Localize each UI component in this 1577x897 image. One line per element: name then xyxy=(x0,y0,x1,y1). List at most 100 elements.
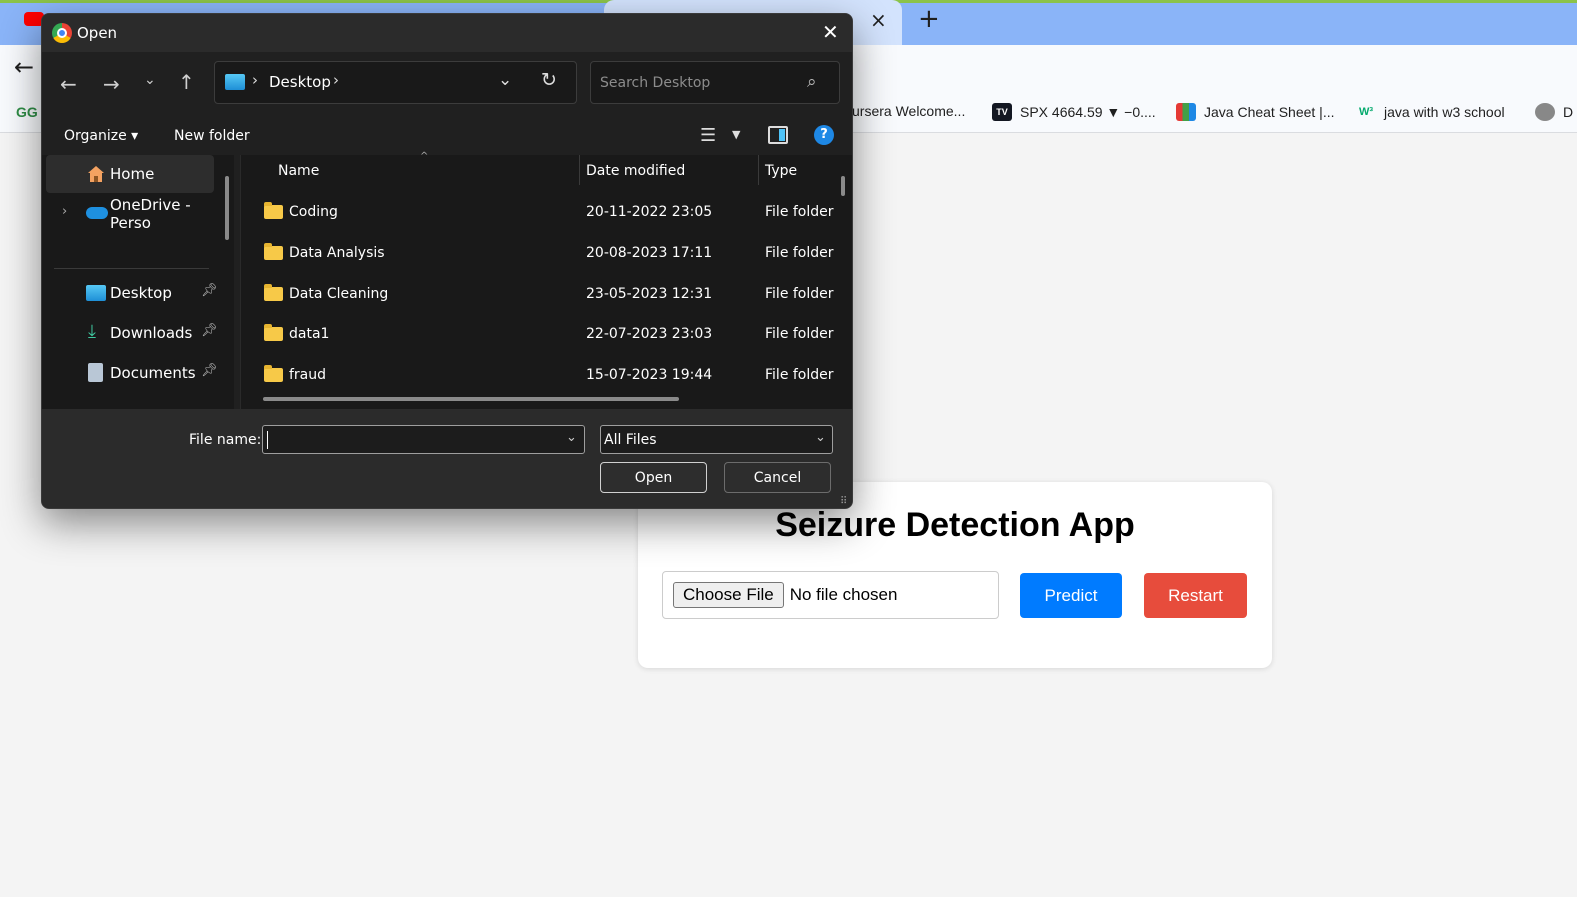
column-header-name[interactable]: Name xyxy=(278,163,319,179)
sidebar-item-onedrive[interactable]: › OneDrive - Perso xyxy=(46,195,214,233)
page-title: Seizure Detection App xyxy=(775,506,1135,544)
file-row[interactable]: Data Cleaning 23-05-2023 12:31 File fold… xyxy=(240,275,840,315)
sidebar-item-label: Documents xyxy=(110,364,196,382)
file-row[interactable]: Data Analysis 20-08-2023 17:11 File fold… xyxy=(240,234,840,274)
view-dropdown-icon[interactable]: ▼ xyxy=(732,128,740,141)
file-type: File folder xyxy=(765,367,834,383)
sidebar-item-desktop[interactable]: Desktop 📌︎ xyxy=(46,274,218,312)
bookmark-label: SPX 4664.59 ▼ −0.... xyxy=(1020,104,1156,120)
sidebar-divider xyxy=(54,268,209,269)
up-arrow-icon[interactable]: ↑ xyxy=(178,70,195,94)
desktop-icon xyxy=(86,285,106,301)
bookmark-coursera[interactable]: ursera Welcome... xyxy=(852,103,965,119)
predict-button[interactable]: Predict xyxy=(1020,573,1122,618)
file-type: File folder xyxy=(765,204,834,220)
file-name: Data Cleaning xyxy=(289,286,389,302)
chevron-down-icon[interactable]: ⌄ xyxy=(498,70,512,90)
open-button[interactable]: Open xyxy=(600,462,707,493)
refresh-icon[interactable]: ↻ xyxy=(541,69,557,91)
chrome-icon xyxy=(52,23,72,43)
view-options-icon[interactable]: ☰ xyxy=(700,125,716,146)
sidebar-item-documents[interactable]: Documents 📌︎ xyxy=(46,354,218,392)
onedrive-icon xyxy=(86,207,108,219)
column-header-type[interactable]: Type xyxy=(765,163,797,179)
folder-icon xyxy=(264,324,283,341)
chevron-down-icon[interactable]: ⌄ xyxy=(815,430,826,445)
new-tab-button[interactable]: + xyxy=(918,4,940,34)
choose-file-button[interactable]: Choose File xyxy=(673,582,784,608)
file-list-vertical-scrollbar[interactable] xyxy=(841,176,845,196)
folder-icon xyxy=(264,365,283,382)
bookmark-w3schools[interactable]: W³ java with w3 school xyxy=(1356,103,1505,121)
search-icon: ⌕ xyxy=(807,72,817,92)
new-folder-button[interactable]: New folder xyxy=(174,128,250,144)
help-icon[interactable]: ? xyxy=(814,125,834,145)
back-arrow-icon[interactable]: ← xyxy=(14,53,34,81)
bookmark-label: Java Cheat Sheet |... xyxy=(1204,104,1335,120)
file-date: 23-05-2023 12:31 xyxy=(586,286,713,302)
search-box[interactable]: Search Desktop ⌕ xyxy=(590,61,840,104)
organize-menu[interactable]: Organize ▾ xyxy=(64,128,138,144)
column-header-date[interactable]: Date modified xyxy=(586,163,685,179)
bookmark-label: D xyxy=(1563,104,1574,120)
close-tab-icon[interactable]: × xyxy=(870,8,887,32)
back-arrow-icon[interactable]: ← xyxy=(60,72,77,96)
cheatsheet-icon xyxy=(1176,103,1196,121)
bookmark-java-cheat-sheet[interactable]: Java Cheat Sheet |... xyxy=(1176,103,1335,121)
dialog-footer xyxy=(42,409,852,508)
sidebar-item-label: Desktop xyxy=(110,284,172,302)
address-bar[interactable]: › Desktop › ⌄ ↻ xyxy=(214,61,577,104)
file-row[interactable]: Coding 20-11-2022 23:05 File folder xyxy=(240,193,840,233)
resize-grip-icon[interactable]: ⠿ xyxy=(840,496,847,507)
sidebar-scrollbar[interactable] xyxy=(225,176,229,240)
search-input[interactable]: Search Desktop xyxy=(600,75,710,91)
restart-button[interactable]: Restart xyxy=(1144,573,1247,618)
file-list-horizontal-scrollbar[interactable] xyxy=(263,397,679,401)
file-name: fraud xyxy=(289,367,327,383)
file-date: 22-07-2023 23:03 xyxy=(586,326,713,342)
w3schools-icon: W³ xyxy=(1358,106,1374,118)
file-type: File folder xyxy=(765,286,834,302)
file-name: Data Analysis xyxy=(289,245,385,261)
download-icon: ⤓ xyxy=(88,321,96,342)
dialog-title: Open xyxy=(77,24,118,42)
desktop-folder-icon xyxy=(225,74,245,90)
file-type-filter[interactable]: All Files ⌄ xyxy=(600,425,833,454)
home-icon xyxy=(88,166,104,182)
chevron-down-icon[interactable]: ⌄ xyxy=(566,430,577,445)
tradingview-icon: TV xyxy=(992,103,1012,121)
text-caret xyxy=(267,431,268,449)
bookmark-spx[interactable]: TV SPX 4664.59 ▼ −0.... xyxy=(992,103,1156,121)
file-name-label: File name: xyxy=(189,432,262,448)
preview-pane-icon[interactable] xyxy=(768,126,788,144)
sidebar-item-downloads[interactable]: ⤓ Downloads 📌︎ xyxy=(46,314,218,352)
chevron-right-icon[interactable]: › xyxy=(62,204,67,219)
column-divider[interactable] xyxy=(758,155,759,185)
sort-ascending-icon: ^ xyxy=(420,151,429,162)
github-icon xyxy=(1535,103,1555,121)
bookmark-label: ursera Welcome... xyxy=(852,103,966,119)
file-name: data1 xyxy=(289,326,330,342)
folder-icon xyxy=(264,202,283,219)
file-name-input[interactable]: ⌄ xyxy=(262,425,585,454)
sidebar-item-label: OneDrive - Perso xyxy=(110,196,191,232)
sidebar-item-home[interactable]: Home xyxy=(46,155,214,193)
geeksforgeeks-icon[interactable]: GG xyxy=(16,104,38,120)
file-row[interactable]: fraud 15-07-2023 19:44 File folder xyxy=(240,356,840,396)
recent-locations-chevron-icon[interactable]: ⌄ xyxy=(144,72,156,88)
column-divider[interactable] xyxy=(579,155,580,185)
pin-icon: 📌︎ xyxy=(201,363,218,378)
dialog-titlebar xyxy=(42,14,852,52)
bookmark-github[interactable]: D xyxy=(1535,103,1573,121)
cancel-button[interactable]: Cancel xyxy=(724,462,831,493)
file-input[interactable]: Choose File No file chosen xyxy=(662,571,999,619)
file-date: 15-07-2023 19:44 xyxy=(586,367,713,383)
breadcrumb-separator[interactable]: › xyxy=(333,71,339,89)
forward-arrow-icon[interactable]: → xyxy=(103,72,120,96)
bookmark-label: java with w3 school xyxy=(1384,104,1505,120)
breadcrumb-desktop[interactable]: Desktop xyxy=(269,73,331,91)
pin-icon: 📌︎ xyxy=(201,283,218,298)
file-row[interactable]: data1 22-07-2023 23:03 File folder xyxy=(240,315,840,355)
sidebar-item-label: Downloads xyxy=(110,324,193,342)
close-icon[interactable]: ✕ xyxy=(822,20,839,44)
